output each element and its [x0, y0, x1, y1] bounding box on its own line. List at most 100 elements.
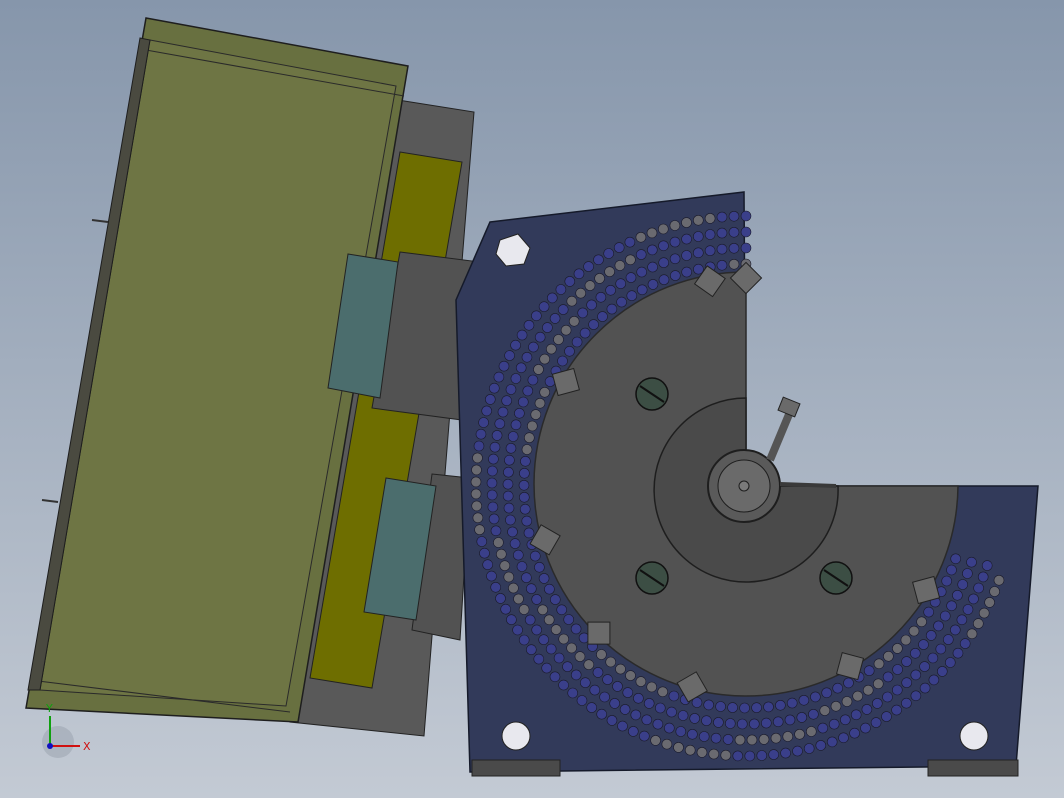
die-hole [567, 687, 579, 699]
die-hole [698, 731, 710, 742]
die-hole [523, 527, 535, 539]
die-hole [553, 652, 565, 664]
die-hole [576, 695, 588, 706]
die-hole [919, 661, 930, 672]
die-hole [883, 650, 894, 662]
die-hole [556, 604, 568, 616]
die-hole [780, 747, 791, 759]
die-hole [782, 731, 794, 742]
die-hole [862, 684, 874, 696]
die-hole [526, 420, 538, 432]
die-hole [863, 665, 875, 677]
die-hole [538, 634, 550, 646]
die-hole [503, 502, 515, 514]
die-hole [606, 303, 618, 315]
die-hole [505, 514, 516, 526]
die-hole [588, 319, 599, 330]
die-hole [923, 606, 935, 618]
die-hole [562, 661, 573, 673]
die-hole [564, 345, 575, 357]
cad-viewport[interactable]: X Y [0, 0, 1064, 798]
die-hole [577, 307, 589, 319]
die-hole [538, 573, 550, 584]
die-hole [770, 732, 782, 744]
die-hole [501, 395, 513, 407]
die-hole [728, 243, 740, 254]
die-hole [557, 355, 568, 367]
die-hole [499, 560, 511, 572]
die-hole [728, 258, 740, 270]
die-hole [625, 254, 636, 266]
die-hole [488, 382, 500, 394]
die-hole [832, 682, 844, 694]
die-hole [936, 666, 948, 677]
die-hole [522, 385, 534, 397]
die-hole [521, 351, 533, 363]
die-hole [523, 319, 535, 331]
die-hole [981, 560, 993, 571]
die-hole [597, 311, 608, 322]
die-hole [573, 268, 585, 280]
die-hole [669, 253, 681, 265]
die-hole [558, 633, 570, 645]
die-hole [539, 353, 551, 365]
die-hole [819, 705, 831, 716]
die-hole [654, 702, 666, 714]
die-hole [586, 299, 597, 311]
die-hole [716, 211, 728, 223]
die-hole [549, 313, 561, 324]
die-hole [493, 537, 504, 548]
die-hole [966, 628, 978, 640]
die-hole [481, 405, 493, 417]
die-hole [521, 572, 532, 584]
die-hole [603, 248, 615, 259]
die-hole [984, 597, 995, 608]
die-hole [513, 593, 524, 605]
die-hole [579, 677, 591, 689]
die-hole [478, 417, 489, 428]
die-hole [935, 643, 947, 655]
die-hole [472, 452, 483, 464]
die-hole [708, 748, 720, 760]
die-hole [512, 549, 524, 561]
die-hole [746, 734, 758, 746]
die-hole [956, 614, 968, 626]
die-hole [882, 691, 893, 703]
die-hole [852, 690, 864, 702]
die-hole [724, 718, 736, 729]
die-hole [553, 334, 564, 345]
die-hole [944, 657, 956, 668]
die-hole [491, 430, 503, 441]
die-hole [613, 242, 625, 253]
die-hole [909, 647, 921, 659]
die-hole [703, 699, 715, 711]
die-hole [692, 215, 704, 226]
die-hole [978, 607, 990, 619]
die-hole [805, 726, 817, 737]
die-hole [475, 428, 487, 440]
die-hole [558, 679, 569, 691]
die-hole [498, 360, 510, 372]
die-hole [815, 740, 827, 751]
die-hole [736, 718, 748, 730]
die-hole [571, 336, 583, 348]
die-hole [716, 227, 728, 239]
die-hole [531, 624, 543, 636]
die-hole [487, 501, 499, 513]
die-hole [470, 488, 482, 500]
die-hole [534, 561, 545, 573]
die-hole [527, 374, 539, 386]
die-hole [586, 702, 598, 713]
die-hole [704, 245, 716, 256]
die-hole [892, 643, 903, 654]
die-hole [636, 284, 648, 296]
die-hole [739, 702, 750, 714]
die-hole [647, 279, 659, 290]
die-hole [617, 720, 628, 732]
die-hole [962, 604, 974, 615]
die-hole [728, 211, 740, 222]
die-hole [633, 692, 644, 704]
die-hole [544, 583, 555, 595]
die-hole [549, 594, 561, 605]
die-hole [599, 691, 610, 703]
